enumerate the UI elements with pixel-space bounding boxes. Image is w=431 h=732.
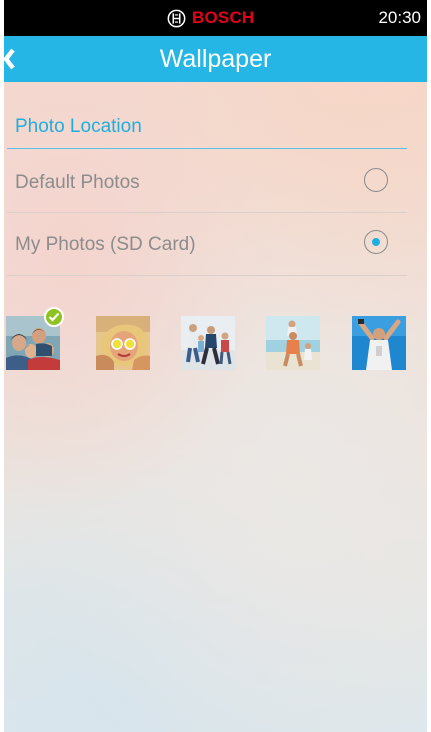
title-bar: Wallpaper	[4, 36, 427, 82]
section-divider	[7, 148, 407, 149]
brand: BOSCH	[167, 7, 254, 29]
section-title: Photo Location	[15, 116, 142, 137]
beach-piggyback-photo-image	[266, 316, 320, 370]
page-title: Wallpaper	[159, 45, 272, 73]
option-label: Default Photos	[15, 172, 140, 193]
brand-name: BOSCH	[192, 8, 255, 27]
thumbnail-family-running-photo[interactable]	[181, 316, 235, 370]
option-my-photos[interactable]: My Photos (SD Card)	[4, 213, 427, 275]
status-time: 20:30	[378, 8, 421, 27]
thumbnail-girl-sunglasses-photo[interactable]	[96, 316, 150, 370]
radio-selected-dot	[371, 237, 380, 246]
option-label: My Photos (SD Card)	[15, 234, 196, 255]
girl-sunglasses-photo-image	[96, 316, 150, 370]
thumbnail-cheering-person-photo[interactable]	[352, 316, 406, 370]
radio-my-photos[interactable]	[364, 230, 388, 254]
option-default-photos[interactable]: Default Photos	[4, 151, 427, 213]
status-bar: BOSCH 20:30	[4, 0, 427, 36]
cheering-person-photo-image	[352, 316, 406, 370]
bosch-logo-icon	[167, 9, 186, 27]
row-divider	[7, 275, 407, 276]
family-running-photo-image	[181, 316, 235, 370]
thumbnail-beach-piggyback-photo[interactable]	[266, 316, 320, 370]
wallpaper-screen: BOSCH 20:30 Wallpaper Photo Location Def…	[4, 0, 427, 732]
radio-default-photos[interactable]	[364, 168, 388, 192]
checkmark-icon	[44, 307, 64, 327]
